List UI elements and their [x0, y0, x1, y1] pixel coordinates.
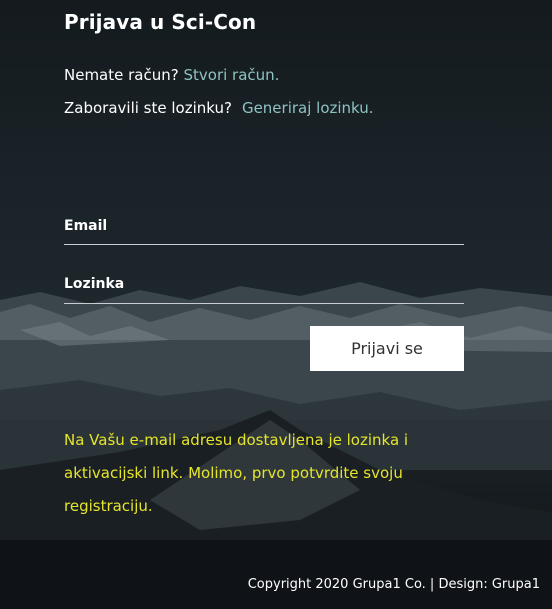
- activation-notice: Na Vašu e-mail adresu dostavljena je loz…: [64, 431, 409, 515]
- create-account-link[interactable]: Stvori račun.: [184, 66, 280, 84]
- login-button[interactable]: Prijavi se: [310, 326, 464, 371]
- page-title: Prijava u Sci-Con: [64, 10, 257, 34]
- login-panel: Prijava u Sci-Con Nemate račun? Stvori r…: [0, 0, 552, 609]
- forgot-password-text: Zaboravili ste lozinku?: [64, 99, 232, 117]
- footer-copyright: Copyright 2020 Grupa1 Co. | Design: Grup…: [247, 577, 540, 592]
- email-field[interactable]: Email: [64, 218, 464, 245]
- forgot-password-line: Zaboravili ste lozinku? Generiraj lozinku…: [64, 99, 374, 117]
- password-field[interactable]: Lozinka: [64, 276, 464, 304]
- generate-password-link[interactable]: Generiraj lozinku.: [242, 99, 374, 117]
- no-account-text: Nemate račun?: [64, 66, 179, 84]
- create-account-line: Nemate račun? Stvori račun.: [64, 66, 279, 84]
